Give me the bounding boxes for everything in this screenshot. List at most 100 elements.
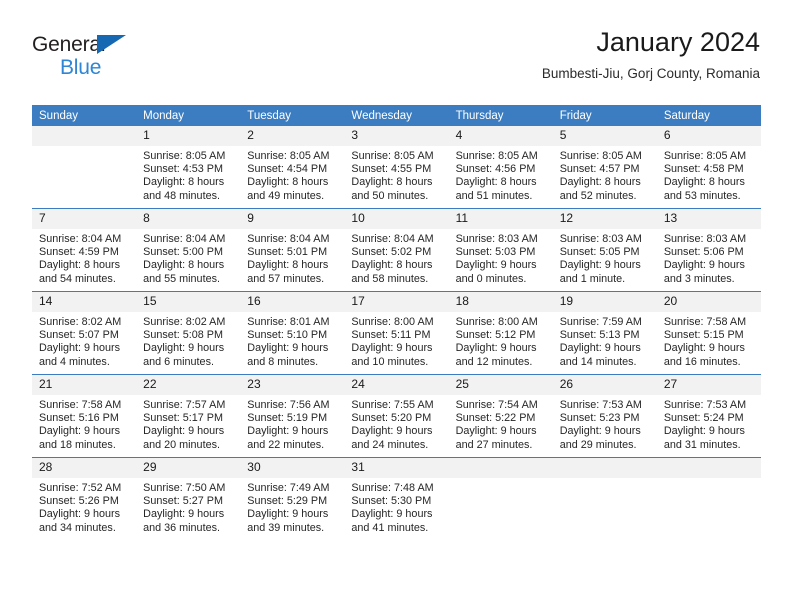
day-cell[interactable]: 26 Sunrise: 7:53 AM Sunset: 5:23 PM Dayl… — [552, 374, 657, 458]
day-number: 15 — [136, 292, 241, 312]
day-number: 11 — [448, 209, 553, 229]
daylight-text-line2: and 36 minutes. — [143, 521, 220, 534]
day-info: Sunrise: 8:05 AM Sunset: 4:58 PM Dayligh… — [657, 146, 761, 203]
sunrise-text: Sunrise: 8:04 AM — [143, 233, 226, 245]
daylight-text-line1: Daylight: 9 hours — [351, 508, 433, 521]
daylight-text-line1: Daylight: 9 hours — [39, 508, 121, 521]
day-number: 14 — [32, 292, 137, 312]
day-cell[interactable]: 13 Sunrise: 8:03 AM Sunset: 5:06 PM Dayl… — [656, 208, 761, 292]
calendar-page: General Blue January 2024 Bumbesti-Jiu, … — [0, 0, 792, 612]
day-cell[interactable] — [32, 126, 137, 209]
day-info: Sunrise: 7:53 AM Sunset: 5:24 PM Dayligh… — [657, 395, 761, 452]
day-cell[interactable]: 5 Sunrise: 8:05 AM Sunset: 4:57 PM Dayli… — [552, 126, 657, 209]
day-cell[interactable]: 27 Sunrise: 7:53 AM Sunset: 5:24 PM Dayl… — [656, 374, 761, 458]
daylight-text-line1: Daylight: 8 hours — [559, 176, 641, 189]
day-cell[interactable]: 21 Sunrise: 7:58 AM Sunset: 5:16 PM Dayl… — [32, 374, 137, 458]
day-info: Sunrise: 8:05 AM Sunset: 4:53 PM Dayligh… — [136, 146, 240, 203]
sunrise-text: Sunrise: 7:53 AM — [559, 399, 642, 411]
day-number — [32, 126, 137, 146]
sunset-text: Sunset: 5:16 PM — [39, 412, 119, 425]
daylight-text-line2: and 48 minutes. — [143, 189, 220, 202]
sunset-text: Sunset: 5:11 PM — [351, 329, 431, 342]
sunset-text: Sunset: 4:58 PM — [663, 163, 744, 176]
day-number: 23 — [240, 375, 345, 395]
day-cell[interactable]: 8 Sunrise: 8:04 AM Sunset: 5:00 PM Dayli… — [136, 208, 241, 292]
day-cell[interactable]: 22 Sunrise: 7:57 AM Sunset: 5:17 PM Dayl… — [136, 374, 241, 458]
logo-blue-text: Blue — [60, 56, 102, 79]
day-cell[interactable]: 3 Sunrise: 8:05 AM Sunset: 4:55 PM Dayli… — [344, 126, 449, 209]
day-cell[interactable]: 25 Sunrise: 7:54 AM Sunset: 5:22 PM Dayl… — [448, 374, 553, 458]
sunset-text: Sunset: 5:23 PM — [559, 412, 640, 425]
day-cell[interactable] — [448, 457, 553, 540]
daylight-text-line2: and 58 minutes. — [351, 272, 429, 285]
sunset-text: Sunset: 5:05 PM — [559, 246, 640, 259]
day-info: Sunrise: 8:03 AM Sunset: 5:03 PM Dayligh… — [449, 229, 553, 286]
daylight-text-line2: and 22 minutes. — [247, 438, 325, 451]
day-cell[interactable]: 9 Sunrise: 8:04 AM Sunset: 5:01 PM Dayli… — [240, 208, 345, 292]
day-cell[interactable]: 19 Sunrise: 7:59 AM Sunset: 5:13 PM Dayl… — [552, 291, 657, 375]
sunrise-text: Sunrise: 8:02 AM — [143, 316, 226, 328]
daylight-text-line1: Daylight: 8 hours — [351, 176, 433, 189]
day-cell[interactable]: 20 Sunrise: 7:58 AM Sunset: 5:15 PM Dayl… — [656, 291, 761, 375]
day-cell[interactable]: 15 Sunrise: 8:02 AM Sunset: 5:08 PM Dayl… — [136, 291, 241, 375]
day-cell[interactable] — [656, 457, 761, 540]
sunrise-text: Sunrise: 8:05 AM — [351, 150, 434, 162]
sunrise-text: Sunrise: 8:03 AM — [663, 233, 747, 245]
day-number: 2 — [240, 126, 345, 146]
sunrise-text: Sunrise: 8:05 AM — [247, 150, 330, 162]
day-cell[interactable]: 31 Sunrise: 7:48 AM Sunset: 5:30 PM Dayl… — [344, 457, 449, 540]
daylight-text-line2: and 49 minutes. — [247, 189, 325, 202]
day-cell[interactable]: 28 Sunrise: 7:52 AM Sunset: 5:26 PM Dayl… — [32, 457, 137, 540]
day-info: Sunrise: 8:01 AM Sunset: 5:10 PM Dayligh… — [240, 312, 344, 369]
sunrise-text: Sunrise: 8:05 AM — [143, 150, 226, 162]
sunrise-text: Sunrise: 8:05 AM — [455, 150, 538, 162]
day-cell[interactable]: 6 Sunrise: 8:05 AM Sunset: 4:58 PM Dayli… — [656, 126, 761, 209]
day-cell[interactable]: 29 Sunrise: 7:50 AM Sunset: 5:27 PM Dayl… — [136, 457, 241, 540]
daylight-text-line1: Daylight: 9 hours — [351, 342, 433, 355]
day-info: Sunrise: 8:03 AM Sunset: 5:05 PM Dayligh… — [553, 229, 657, 286]
sunrise-text: Sunrise: 7:50 AM — [143, 482, 226, 494]
day-cell[interactable]: 11 Sunrise: 8:03 AM Sunset: 5:03 PM Dayl… — [448, 208, 553, 292]
day-number: 3 — [344, 126, 449, 146]
day-cell[interactable]: 4 Sunrise: 8:05 AM Sunset: 4:56 PM Dayli… — [448, 126, 553, 209]
day-cell[interactable] — [552, 457, 657, 540]
day-cell[interactable]: 14 Sunrise: 8:02 AM Sunset: 5:07 PM Dayl… — [32, 291, 137, 375]
calendar-grid: Sunday Monday Tuesday Wednesday Thursday… — [32, 105, 761, 540]
sunset-text: Sunset: 5:08 PM — [143, 329, 223, 342]
day-number: 26 — [552, 375, 657, 395]
day-cell[interactable]: 30 Sunrise: 7:49 AM Sunset: 5:29 PM Dayl… — [240, 457, 345, 540]
day-cell[interactable]: 16 Sunrise: 8:01 AM Sunset: 5:10 PM Dayl… — [240, 291, 345, 375]
daylight-text-line1: Daylight: 9 hours — [559, 342, 641, 355]
day-info: Sunrise: 8:04 AM Sunset: 5:00 PM Dayligh… — [136, 229, 240, 286]
day-number: 22 — [136, 375, 241, 395]
daylight-text-line1: Daylight: 9 hours — [143, 508, 225, 521]
day-number: 21 — [32, 375, 137, 395]
day-cell[interactable]: 23 Sunrise: 7:56 AM Sunset: 5:19 PM Dayl… — [240, 374, 345, 458]
day-cell[interactable]: 2 Sunrise: 8:05 AM Sunset: 4:54 PM Dayli… — [240, 126, 345, 209]
weekday-header-sunday: Sunday — [32, 105, 137, 126]
day-cell[interactable]: 1 Sunrise: 8:05 AM Sunset: 4:53 PM Dayli… — [136, 126, 241, 209]
day-cell[interactable]: 18 Sunrise: 8:00 AM Sunset: 5:12 PM Dayl… — [448, 291, 553, 375]
daylight-text-line2: and 54 minutes. — [39, 272, 116, 285]
day-number: 19 — [552, 292, 657, 312]
sunset-text: Sunset: 5:13 PM — [559, 329, 640, 342]
day-cell[interactable]: 12 Sunrise: 8:03 AM Sunset: 5:05 PM Dayl… — [552, 208, 657, 292]
day-number: 16 — [240, 292, 345, 312]
daylight-text-line2: and 4 minutes. — [39, 355, 110, 368]
daylight-text-line1: Daylight: 9 hours — [455, 259, 537, 272]
daylight-text-line2: and 0 minutes. — [455, 272, 527, 285]
day-cell[interactable]: 24 Sunrise: 7:55 AM Sunset: 5:20 PM Dayl… — [344, 374, 449, 458]
day-info: Sunrise: 7:49 AM Sunset: 5:29 PM Dayligh… — [240, 478, 344, 535]
sunset-text: Sunset: 5:19 PM — [247, 412, 328, 425]
daylight-text-line2: and 20 minutes. — [143, 438, 220, 451]
day-cell[interactable]: 10 Sunrise: 8:04 AM Sunset: 5:02 PM Dayl… — [344, 208, 449, 292]
sunrise-text: Sunrise: 7:53 AM — [663, 399, 747, 411]
daylight-text-line2: and 6 minutes. — [143, 355, 214, 368]
day-cell[interactable]: 7 Sunrise: 8:04 AM Sunset: 4:59 PM Dayli… — [32, 208, 137, 292]
day-info: Sunrise: 8:00 AM Sunset: 5:11 PM Dayligh… — [344, 312, 448, 369]
day-number: 1 — [136, 126, 241, 146]
day-cell[interactable]: 17 Sunrise: 8:00 AM Sunset: 5:11 PM Dayl… — [344, 291, 449, 375]
sunrise-text: Sunrise: 7:52 AM — [39, 482, 122, 494]
day-info — [449, 478, 553, 482]
daylight-text-line1: Daylight: 9 hours — [663, 259, 745, 272]
